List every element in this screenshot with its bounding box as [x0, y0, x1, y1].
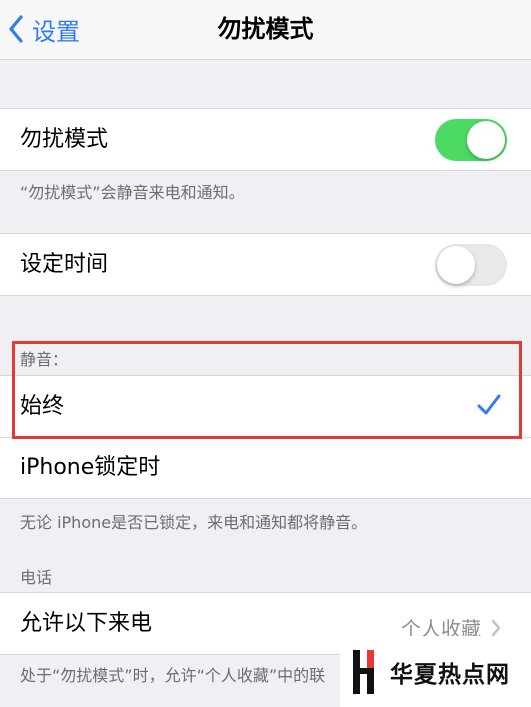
- scheduled-row[interactable]: 设定时间: [0, 234, 531, 295]
- phone-section-header: 电话: [20, 568, 53, 587]
- dnd-row[interactable]: 勿扰模式: [0, 109, 531, 170]
- toggle-knob: [437, 246, 475, 284]
- highlight-box: [12, 341, 522, 439]
- chevron-right-icon: [491, 619, 501, 636]
- watermark-text: 华夏热点网: [390, 661, 510, 688]
- scheduled-label: 设定时间: [20, 251, 109, 277]
- page-title: 勿扰模式: [217, 15, 314, 43]
- navigation-bar: 设置 勿扰模式: [0, 0, 531, 60]
- phone-footer-note: 处于“勿扰模式”时，允许“个人收藏”中的联: [20, 666, 326, 685]
- dnd-footer-note: “勿扰模式”会静音来电和通知。: [20, 183, 245, 202]
- dnd-group: 勿扰模式: [0, 108, 531, 171]
- dnd-toggle[interactable]: [435, 119, 507, 161]
- allow-calls-label: 允许以下来电: [20, 610, 153, 636]
- dnd-label: 勿扰模式: [20, 126, 109, 152]
- toggle-knob: [467, 121, 505, 159]
- watermark-logo-icon: [353, 649, 374, 694]
- silence-option-label: iPhone锁定时: [20, 454, 161, 480]
- watermark: 华夏热点网: [340, 636, 531, 707]
- scheduled-toggle[interactable]: [435, 244, 507, 286]
- silence-option-locked[interactable]: iPhone锁定时: [0, 437, 531, 498]
- scheduled-group: 设定时间: [0, 233, 531, 296]
- silence-footer-note: 无论 iPhone是否已锁定，来电和通知都将静音。: [20, 513, 368, 532]
